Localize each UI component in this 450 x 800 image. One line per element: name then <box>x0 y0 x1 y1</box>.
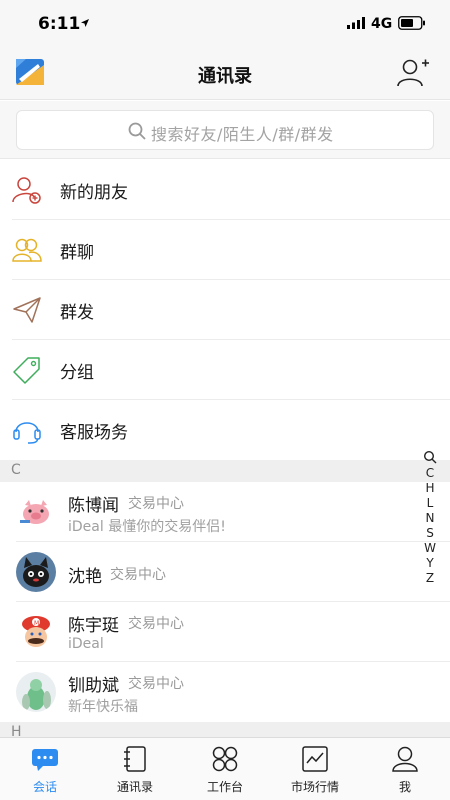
contact-row[interactable]: M 陈宇珽 交易中心 iDeal <box>0 602 450 662</box>
section-header-c: C <box>0 460 450 482</box>
broadcast-label: 群发 <box>60 303 94 323</box>
index-letter-h[interactable]: H <box>420 481 440 496</box>
section-letter: C <box>11 462 21 478</box>
nav-bar: 通讯录 <box>0 46 450 100</box>
location-arrow-icon <box>81 19 89 27</box>
tab-market-label: 市场行情 <box>290 780 339 794</box>
tab-contacts-label: 通讯录 <box>116 780 153 794</box>
status-bar: 6:11 4G <box>0 0 450 46</box>
customer-service-item[interactable]: 客服场务 <box>0 400 450 460</box>
search-icon <box>128 122 146 140</box>
tab-me[interactable]: 我 <box>360 738 450 800</box>
groups-item[interactable]: 分组 <box>0 340 450 400</box>
contact-tag: 交易中心 <box>110 567 166 583</box>
contact-name: 陈宇珽 <box>68 616 119 636</box>
tab-me-label: 我 <box>398 780 411 794</box>
tab-market[interactable]: 市场行情 <box>270 738 360 800</box>
customer-service-label: 客服场务 <box>60 423 128 443</box>
contact-subtitle: iDeal 最懂你的交易伴侣! <box>68 519 226 535</box>
svg-text:M: M <box>34 620 39 627</box>
group-chat-icon <box>12 238 42 262</box>
index-letter-z[interactable]: Z <box>420 571 440 586</box>
contact-tag: 交易中心 <box>128 676 184 692</box>
page-title: 通讯录 <box>198 66 252 87</box>
search-placeholder: 搜索好友/陌生人/群/群发 <box>151 125 334 144</box>
contact-tag: 交易中心 <box>128 496 184 512</box>
headset-icon <box>13 422 41 444</box>
index-letter-y[interactable]: Y <box>420 556 440 571</box>
add-friend-icon[interactable] <box>396 58 430 88</box>
index-letter-c[interactable]: C <box>420 466 440 481</box>
black-cat-avatar <box>16 552 56 592</box>
tab-chat[interactable]: 会话 <box>0 738 90 800</box>
contact-tag: 交易中心 <box>128 616 184 632</box>
status-time: 6:11 <box>38 14 81 34</box>
tab-chat-label: 会话 <box>32 780 57 794</box>
new-friends-label: 新的朋友 <box>60 183 128 203</box>
market-chart-icon <box>302 746 328 772</box>
broadcast-icon <box>13 297 41 323</box>
tab-workbench[interactable]: 工作台 <box>180 738 270 800</box>
alphabet-index[interactable]: C H L N S W Y Z <box>420 450 440 586</box>
index-letter-n[interactable]: N <box>420 511 440 526</box>
group-chat-label: 群聊 <box>60 243 94 263</box>
contact-row[interactable]: 沈艳 交易中心 <box>0 542 450 602</box>
contact-row[interactable]: 钏助斌 交易中心 新年快乐福 <box>0 662 450 722</box>
group-chat-item[interactable]: 群聊 <box>0 220 450 280</box>
index-letter-l[interactable]: L <box>420 496 440 511</box>
tab-workbench-label: 工作台 <box>206 780 243 794</box>
search-input[interactable]: 搜索好友/陌生人/群/群发 <box>16 110 434 150</box>
green-figure-avatar <box>16 672 56 712</box>
tab-bar: 会话 通讯录 工作台 市场行情 我 <box>0 737 450 800</box>
tab-contacts[interactable]: 通讯录 <box>90 738 180 800</box>
profile-icon <box>392 746 418 772</box>
tag-icon <box>13 357 40 384</box>
index-letter-w[interactable]: W <box>420 541 440 556</box>
network-type: 4G <box>371 16 393 32</box>
new-friend-icon <box>12 177 41 204</box>
cellular-signal-icon <box>347 17 365 29</box>
new-friends-item[interactable]: 新的朋友 <box>0 160 450 220</box>
index-search-icon[interactable] <box>423 450 437 464</box>
contact-name: 陈博闻 <box>68 496 119 516</box>
contact-subtitle: 新年快乐福 <box>68 699 138 715</box>
index-letter-s[interactable]: S <box>420 526 440 541</box>
search-area: 搜索好友/陌生人/群/群发 <box>0 101 450 159</box>
contact-name: 钏助斌 <box>68 676 119 696</box>
groups-label: 分组 <box>60 363 94 383</box>
battery-icon <box>398 16 425 30</box>
mario-avatar: M <box>16 612 56 652</box>
contact-subtitle: iDeal <box>68 636 104 652</box>
contact-name: 沈艳 <box>68 567 102 587</box>
pink-pig-avatar <box>16 492 56 532</box>
workbench-icon <box>212 746 238 772</box>
contact-row[interactable]: 陈博闻 交易中心 iDeal 最懂你的交易伴侣! <box>0 482 450 542</box>
chat-icon <box>32 749 58 771</box>
broadcast-item[interactable]: 群发 <box>0 280 450 340</box>
contacts-book-icon <box>124 746 146 772</box>
